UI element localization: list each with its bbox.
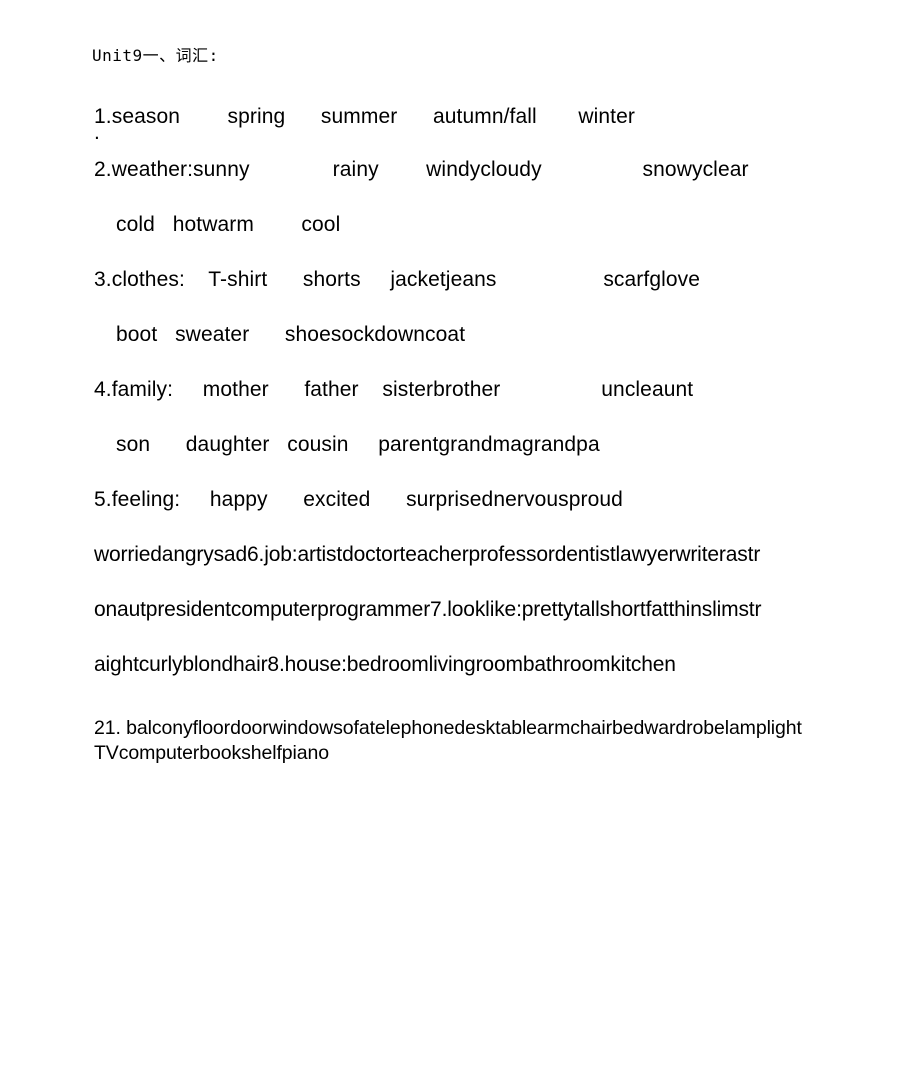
vocab-line: 2.weather:sunny rainy windycloudy snowyc… (94, 158, 749, 181)
furniture-paragraph: 21. balconyfloordoorwindowsofatelephoned… (94, 717, 802, 764)
vocab-line: worriedangrysad6.job:artistdoctorteacher… (94, 543, 761, 566)
vocab-line: 5.feeling: happy excited surprisednervou… (94, 488, 623, 511)
vocab-line: son daughter cousin parentgrandmagrandpa (116, 433, 600, 456)
page-title: Unit9一、词汇: (92, 46, 219, 65)
vocab-line: onautpresidentcomputerprogrammer7.lookli… (94, 598, 762, 621)
vocab-line: aightcurlyblondhair8.house:bedroomliving… (94, 653, 676, 676)
vocab-line: cold hotwarm cool (116, 213, 341, 236)
vocab-line: 4.family: mother father sisterbrother un… (94, 378, 694, 401)
document-page: Unit9一、词汇: 1.season spring summer autumn… (0, 0, 920, 1092)
vocab-line: 3.clothes: T-shirt shorts jacketjeans sc… (94, 268, 701, 291)
vocabulary-list: 1.season spring summer autumn/fall winte… (94, 104, 834, 707)
vocab-line: . (94, 121, 100, 144)
vocab-line: boot sweater shoesockdowncoat (116, 323, 466, 346)
